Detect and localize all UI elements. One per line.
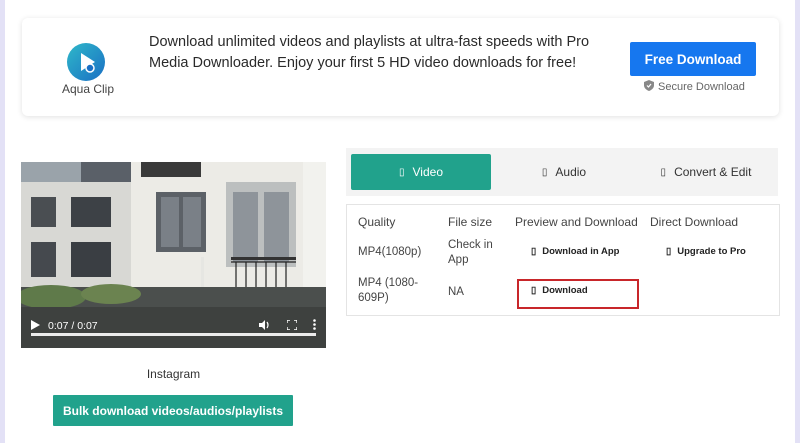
download-in-app-link[interactable]: ▯ Download in App — [531, 246, 619, 257]
secure-download-note: Secure Download — [644, 80, 745, 94]
header-quality: Quality — [358, 215, 396, 229]
header-preview-download: Preview and Download — [515, 215, 638, 229]
download-link[interactable]: ▯ Download — [531, 285, 588, 296]
row1-quality: MP4(1080p) — [358, 246, 422, 258]
volume-icon[interactable] — [259, 319, 271, 333]
more-options-icon[interactable] — [313, 319, 316, 333]
download-icon: ▯ — [531, 246, 537, 257]
shield-icon — [644, 80, 654, 94]
header-direct-download: Direct Download — [650, 215, 739, 229]
bulk-download-button[interactable]: Bulk download videos/audios/playlists — [53, 395, 293, 426]
video-icon: ▯ — [399, 166, 405, 178]
tab-convert-label: Convert & Edit — [674, 165, 752, 179]
upgrade-to-pro-label: Upgrade to Pro — [677, 246, 746, 257]
download-in-app-label: Download in App — [542, 246, 620, 257]
video-controls: 0:07 / 0:07 — [21, 310, 326, 348]
header-file-size: File size — [448, 215, 493, 229]
promo-banner: Aqua Clip Download unlimited videos and … — [22, 18, 779, 116]
edit-icon: ▯ — [660, 166, 667, 178]
video-player[interactable]: 0:07 / 0:07 — [21, 162, 326, 348]
row1-size: Check in App — [448, 239, 493, 266]
video-source-label: Instagram — [146, 367, 201, 381]
tab-video[interactable]: ▯ Video — [351, 154, 491, 190]
video-progress-bar[interactable] — [31, 333, 316, 336]
tab-audio-label: Audio — [555, 165, 587, 179]
tab-audio[interactable]: ▯ Audio — [494, 154, 634, 190]
download-table: Quality File size Preview and Download D… — [346, 204, 780, 316]
time-display: 0:07 / 0:07 — [48, 320, 98, 332]
fullscreen-icon[interactable] — [286, 318, 298, 333]
tab-video-label: Video — [412, 165, 443, 179]
secure-download-label: Secure Download — [658, 81, 745, 93]
tab-convert-edit[interactable]: ▯ Convert & Edit — [636, 154, 776, 190]
free-download-button[interactable]: Free Download — [630, 42, 756, 76]
format-tabs: ▯ Video ▯ Audio ▯ Convert & Edit — [346, 148, 778, 196]
upgrade-icon: ▯ — [666, 246, 672, 257]
aqua-clip-logo-icon — [64, 40, 108, 84]
row2-size: NA — [448, 286, 464, 298]
row2-quality: MP4 (1080-609P) — [358, 277, 419, 304]
banner-description: Download unlimited videos and playlists … — [149, 34, 590, 71]
upgrade-to-pro-link[interactable]: ▯ Upgrade to Pro — [666, 246, 746, 257]
play-icon[interactable] — [31, 319, 40, 333]
download-icon: ▯ — [531, 285, 537, 296]
download-label: Download — [542, 285, 588, 296]
audio-icon: ▯ — [541, 166, 548, 178]
app-name: Aqua Clip — [61, 82, 115, 96]
